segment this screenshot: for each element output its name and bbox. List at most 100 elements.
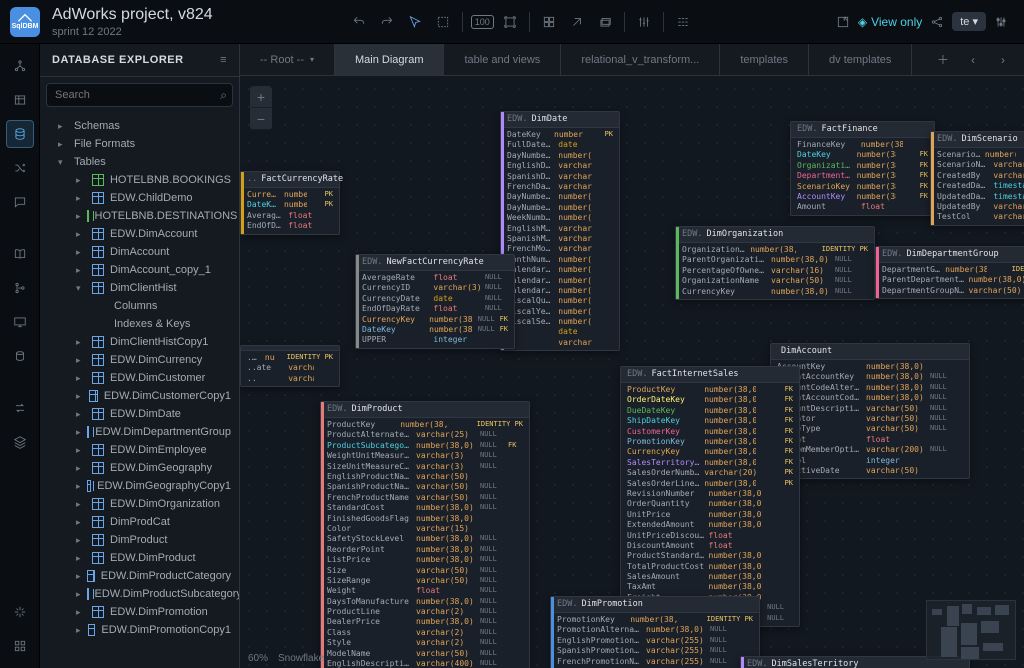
rail-schema-icon[interactable] [6,52,34,80]
rail-apps-icon[interactable] [6,632,34,660]
tab-next-button[interactable]: › [990,47,1016,73]
tree-item[interactable]: ▸EDW.DimProductSubcategory [40,585,239,603]
entity-dimscenario[interactable]: EDW.DimScenarioScenarioKeynumber(38,0)ID… [930,131,1024,226]
status-target: Snowflake [278,653,324,664]
rail-table-icon[interactable] [6,86,34,114]
zoom-100[interactable]: 100 [469,9,495,35]
tree-item[interactable]: ▸HOTELBNB.BOOKINGS [40,171,239,189]
titlebar: SqlDBM AdWorks project, v824 sprint 12 2… [0,0,1024,44]
zoom-out-button[interactable]: − [250,108,272,130]
tree-item[interactable]: ▸HOTELBNB.DESTINATIONS [40,207,239,225]
sidebar: DATABASE EXPLORER ≡ ⌕ ▸Schemas▸File Form… [40,44,240,668]
tree-item[interactable]: ▸DimAccount [40,243,239,261]
tab[interactable]: templates [720,44,809,75]
tree-item[interactable]: ▾DimClientHist [40,279,239,297]
rail-git-icon[interactable] [6,274,34,302]
project-title: AdWorks project, v824 [52,6,213,24]
undo-button[interactable] [346,9,372,35]
rail-transfer-icon[interactable] [6,394,34,422]
status-bar: 60% Snowflake [240,648,332,668]
export-icon[interactable] [830,9,856,35]
minimap[interactable] [926,600,1016,660]
tree-item[interactable]: ▸EDW.DimPromotionCopy1 [40,621,239,639]
tree-item[interactable]: ▸DimProduct [40,531,239,549]
app-logo: SqlDBM [10,7,40,37]
tab[interactable]: relational_v_transform... [561,44,720,75]
tree-item[interactable]: ▸EDW.DimOrganization [40,495,239,513]
tab[interactable]: table and views [444,44,561,75]
tree-item[interactable]: ▸EDW.DimEmployee [40,441,239,459]
entity-factfinance[interactable]: EDW.FactFinanceFinanceKeynumber(38,0)Dat… [790,121,935,216]
entity-newfactcurrencyrate[interactable]: EDW.NewFactCurrencyRateAverageRatefloatN… [355,254,515,349]
entity-dimpromotion[interactable]: EDW.DimPromotionPromotionKeynumber(38,0)… [550,596,760,668]
view-only-badge[interactable]: ◈ View only [858,15,922,29]
share-icon[interactable] [924,9,950,35]
tree-item[interactable]: ▸EDW.DimProduct [40,549,239,567]
tab[interactable]: dv templates [809,44,912,75]
entity-dimaccount[interactable]: DimAccountAccountKeynumber(38,0)ParentAc… [770,343,970,479]
tree-item[interactable]: Columns [40,297,239,315]
entity-dimdeptgroup[interactable]: EDW.DimDepartmentGroupDepartmentGroupKey… [875,246,1024,299]
adjust-icon[interactable] [631,9,657,35]
pointer-tool[interactable] [402,9,428,35]
redo-button[interactable] [374,9,400,35]
tree-item[interactable]: ▸EDW.DimAccount [40,225,239,243]
rail-book-icon[interactable] [6,240,34,268]
tree-item[interactable]: ▸DimAccount_copy_1 [40,261,239,279]
diagram-canvas-wrap: -- Root --▾Main Diagramtable and viewsre… [240,44,1024,668]
tab-bar: -- Root --▾Main Diagramtable and viewsre… [240,44,1024,76]
entity-dimproduct[interactable]: EDW.DimProductProductKeynumber(38,0)IDEN… [320,401,530,668]
user-avatar[interactable]: te ▾ [952,12,986,31]
grid-icon[interactable] [536,9,562,35]
tree-item[interactable]: ▸EDW.DimCustomerCopy1 [40,387,239,405]
stack-icon[interactable] [592,9,618,35]
tree-item[interactable]: ▸DimClientHistCopy1 [40,333,239,351]
tree-item[interactable]: ▸EDW.DimPromotion [40,603,239,621]
entity-dimorganization[interactable]: EDW.DimOrganizationOrganizationKeynumber… [675,226,875,300]
sidebar-menu-icon[interactable]: ≡ [220,54,227,66]
rail-database-icon[interactable] [6,120,34,148]
search-input[interactable] [46,83,233,107]
status-zoom: 60% [248,653,268,664]
tab[interactable]: -- Root --▾ [240,44,335,75]
tree-item[interactable]: ▸EDW.ChildDemo [40,189,239,207]
rail-db2-icon[interactable] [6,342,34,370]
tree-item[interactable]: ▸EDW.DimGeographyCopy1 [40,477,239,495]
tree-item[interactable]: ▾Tables [40,153,239,171]
align-icon[interactable] [670,9,696,35]
tree-item[interactable]: ▸Schemas [40,117,239,135]
rail-monitor-icon[interactable] [6,308,34,336]
tree-item[interactable]: ▸EDW.DimCurrency [40,351,239,369]
zoom-fit[interactable] [497,9,523,35]
project-subtitle: sprint 12 2022 [52,26,213,38]
settings-icon[interactable] [988,9,1014,35]
rail-chat-icon[interactable] [6,188,34,216]
diagram-canvas[interactable]: + − ..FactCurrencyRateCurrencyKeynumber(… [240,76,1024,668]
entity-factinternetsales[interactable]: EDW.FactInternetSalesProductKeynumber(38… [620,366,800,627]
entity-factcurrencyrate[interactable]: ..FactCurrencyRateCurrencyKeynumber(38,0… [240,171,340,235]
tree-item[interactable]: Indexes & Keys [40,315,239,333]
tree-item[interactable]: ▸EDW.DimProductCategory [40,567,239,585]
tab-prev-button[interactable]: ‹ [960,47,986,73]
marquee-tool[interactable] [430,9,456,35]
tab-add-button[interactable]: ＋ [930,47,956,73]
zoom-in-button[interactable]: + [250,86,272,108]
entity-anon[interactable]: ..Keynumber(38,0)IDENTITY PK..atevarchar… [240,345,340,387]
entity-dimdate[interactable]: EDW.DimDateDateKeynumber(38,0)PKFullDate… [500,111,620,351]
left-rail [0,44,40,668]
sidebar-header: DATABASE EXPLORER ≡ [40,44,239,77]
search-box: ⌕ [46,83,233,107]
tree-item[interactable]: ▸DimProdCat [40,513,239,531]
rail-shuffle-icon[interactable] [6,154,34,182]
tab[interactable]: Main Diagram [335,44,444,75]
rail-sparkle-icon[interactable] [6,598,34,626]
tree-item[interactable]: ▸EDW.DimCustomer [40,369,239,387]
zoom-control: + − [250,86,272,130]
tree-item[interactable]: ▸EDW.DimDate [40,405,239,423]
tree-item[interactable]: ▸File Formats [40,135,239,153]
connector-icon[interactable] [564,9,590,35]
search-icon: ⌕ [220,88,227,103]
rail-layers-icon[interactable] [6,428,34,456]
tree-item[interactable]: ▸EDW.DimDepartmentGroup [40,423,239,441]
tree-item[interactable]: ▸EDW.DimGeography [40,459,239,477]
